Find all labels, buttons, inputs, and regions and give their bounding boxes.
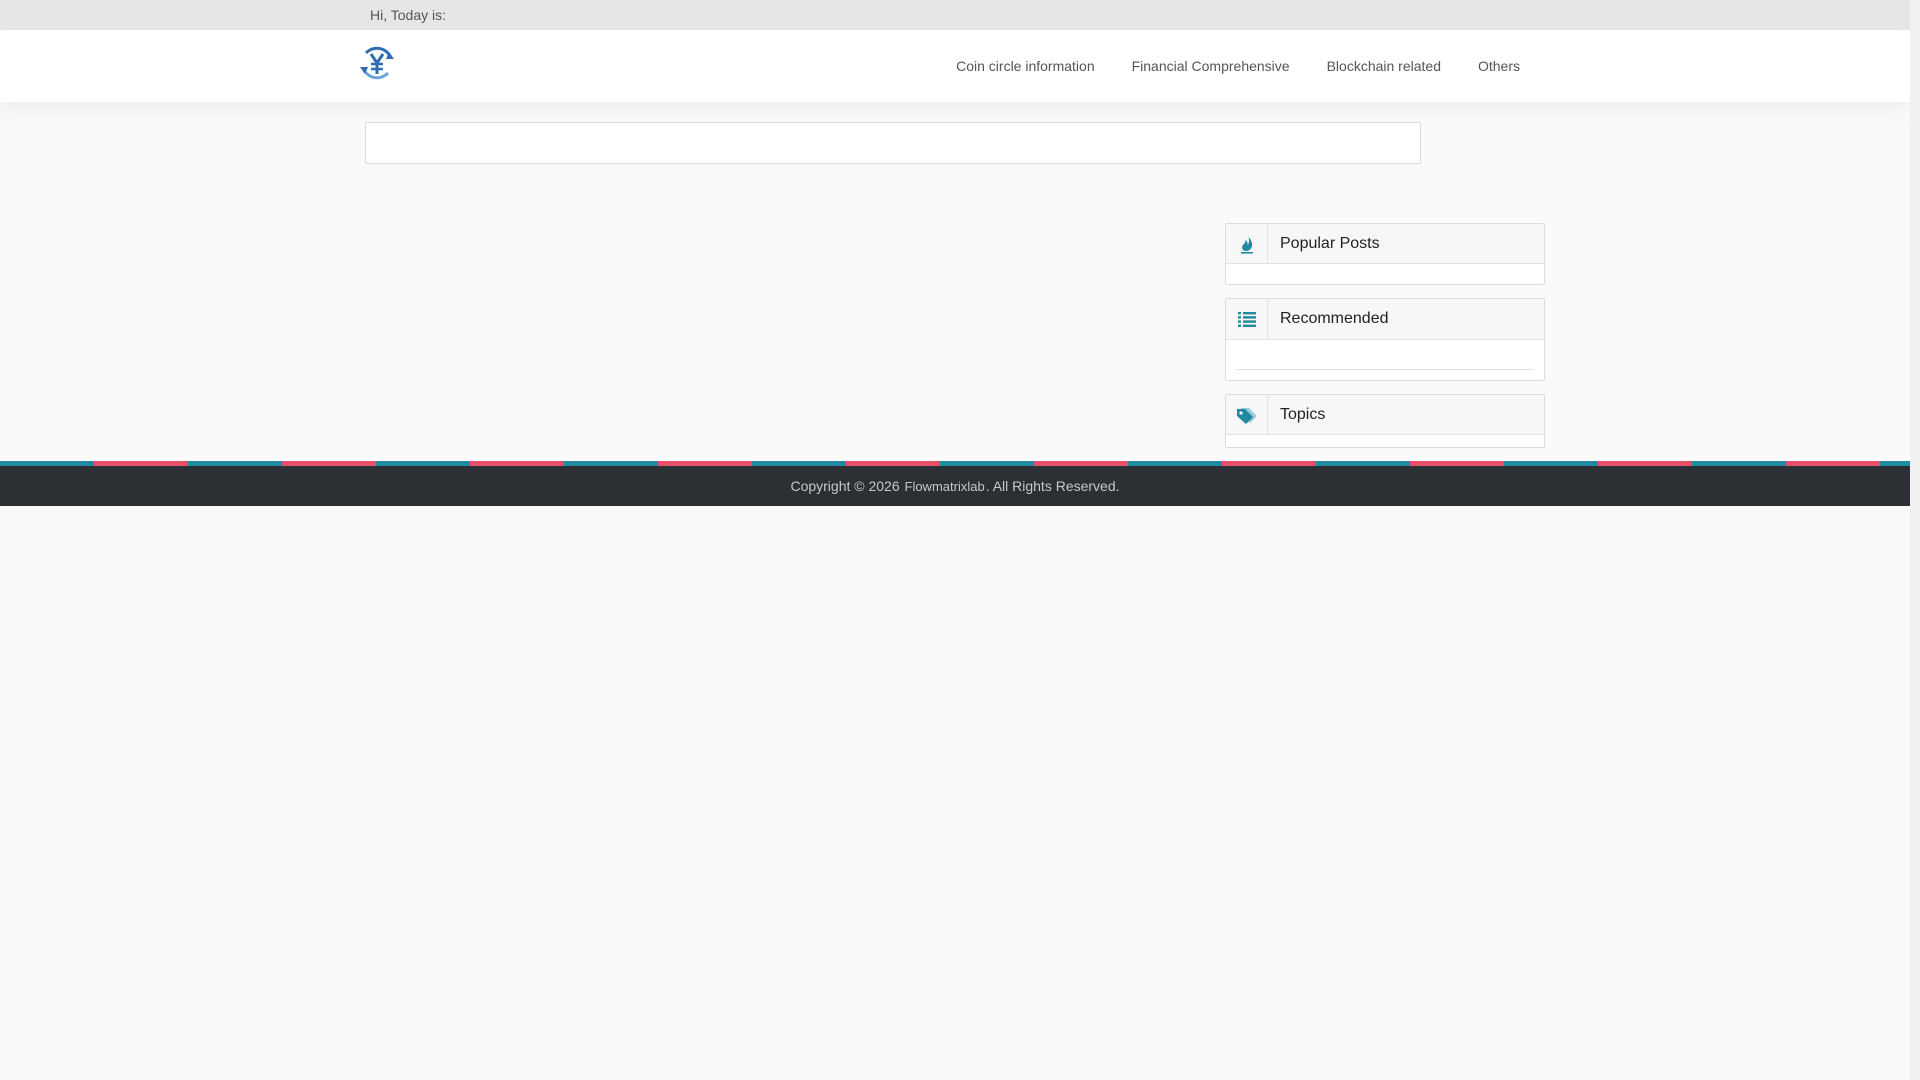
list-icon	[1226, 299, 1268, 339]
site-footer: Copyright © 2026 Flowmatrixlab. All Righ…	[0, 466, 1910, 506]
top-bar: Hi, Today is:	[0, 0, 1910, 30]
widget-header: Topics	[1226, 394, 1544, 435]
site-logo[interactable]	[358, 44, 396, 82]
topics-widget: Topics	[1225, 394, 1545, 448]
yen-exchange-icon	[360, 46, 394, 80]
flame-icon	[1226, 223, 1268, 264]
search-input[interactable]	[365, 122, 1421, 164]
date-greeting: Hi, Today is:	[370, 7, 446, 23]
nav-item-financial[interactable]: Financial Comprehensive	[1132, 58, 1290, 74]
footer-brand-link[interactable]: Flowmatrixlab	[905, 479, 985, 494]
page: Hi, Today is: Coin circle information Fi…	[0, 0, 1910, 1080]
widget-header: Popular Posts	[1226, 223, 1544, 264]
nav-item-coin-circle[interactable]: Coin circle information	[956, 58, 1095, 74]
widget-divider	[1236, 369, 1534, 370]
widget-header: Recommended	[1226, 299, 1544, 340]
copyright-prefix: Copyright © 2026	[790, 478, 900, 494]
nav-item-blockchain[interactable]: Blockchain related	[1327, 58, 1441, 74]
popular-posts-widget: Popular Posts	[1225, 223, 1545, 285]
tags-icon	[1226, 394, 1268, 435]
widget-title: Popular Posts	[1280, 234, 1380, 252]
page-scrollbar[interactable]	[1910, 0, 1920, 1080]
widget-title: Recommended	[1280, 310, 1389, 327]
nav-item-others[interactable]: Others	[1478, 58, 1520, 74]
recommended-widget: Recommended	[1225, 298, 1545, 381]
main-nav: Coin circle information Financial Compre…	[919, 30, 1520, 102]
copyright-suffix: . All Rights Reserved.	[985, 478, 1120, 494]
widget-title: Topics	[1280, 405, 1326, 423]
site-header: Coin circle information Financial Compre…	[0, 30, 1910, 102]
